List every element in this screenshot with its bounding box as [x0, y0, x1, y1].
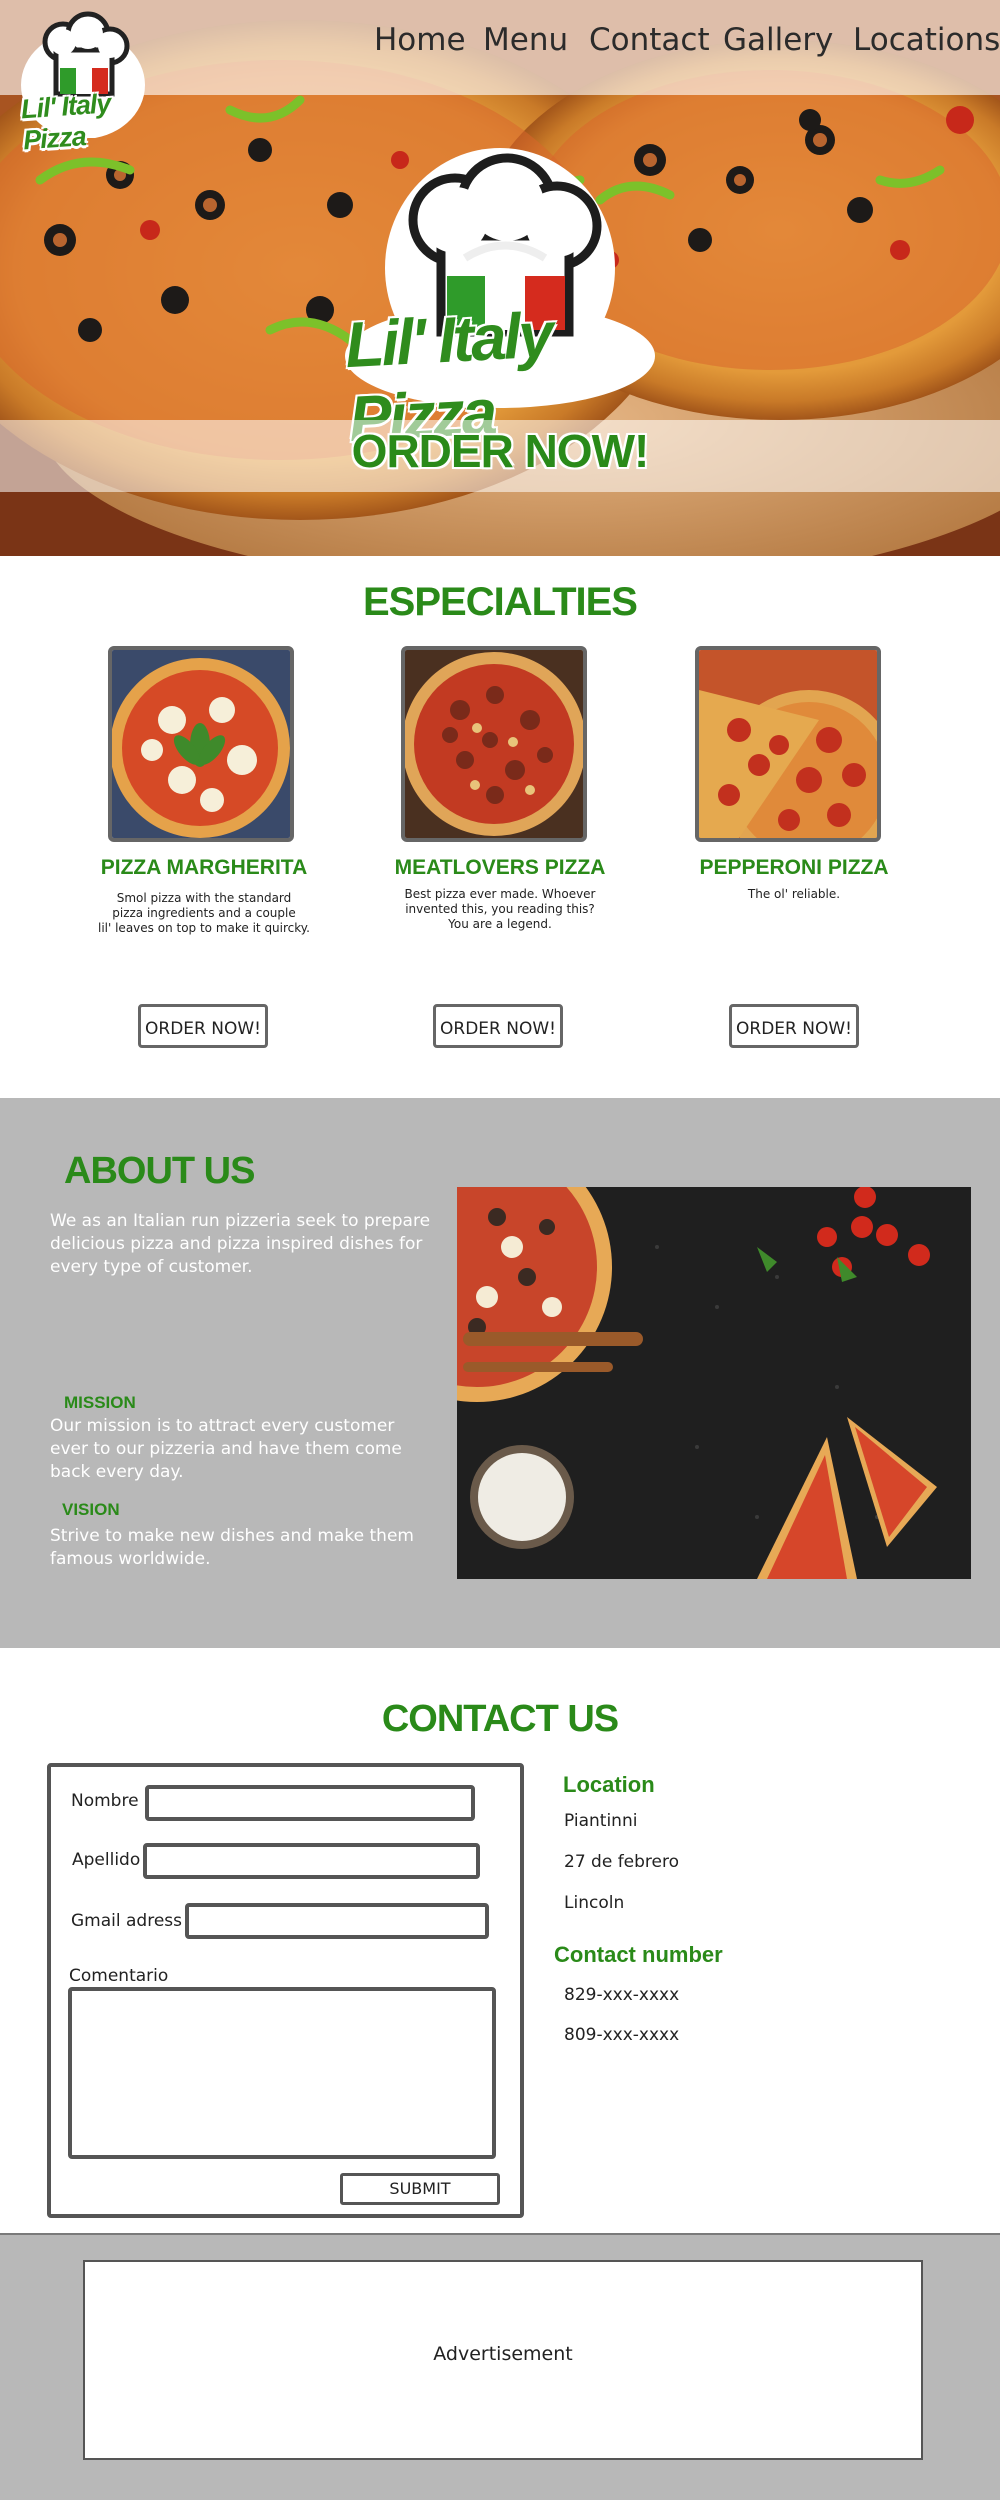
meatlovers-order-button[interactable]: ORDER NOW!	[433, 1004, 563, 1048]
vision-title: VISION	[62, 1500, 120, 1519]
comment-label: Comentario	[69, 1966, 169, 1986]
about-intro-line: delicious pizza and pizza inspired dishe…	[50, 1234, 423, 1254]
nav-contact[interactable]: Contact	[589, 22, 710, 58]
mission-line: back every day.	[50, 1462, 184, 1482]
nav-menu[interactable]: Menu	[483, 22, 568, 58]
mission-line: ever to our pizzeria and have them come	[50, 1439, 402, 1459]
about-photo	[457, 1187, 971, 1579]
surname-input[interactable]	[143, 1843, 480, 1879]
margherita-description: Smol pizza with the standard pizza ingre…	[74, 891, 334, 936]
contact-title: CONTACT US	[381, 1698, 619, 1740]
phone-title: Contact number	[554, 1942, 723, 1967]
hero-banner: Lil' Italy Pizza Home Menu Contact Galle…	[0, 0, 1000, 556]
advertisement-label: Advertisement	[433, 2343, 573, 2365]
meatlovers-desc-line: Best pizza ever made. Whoever	[404, 887, 596, 901]
pepperoni-order-button[interactable]: ORDER NOW!	[729, 1004, 859, 1048]
mission-text: Our mission is to attract every customer…	[50, 1415, 450, 1484]
logo-small-text: Lil' Italy Pizza	[19, 88, 112, 156]
meatlovers-desc-line: invented this, you reading this?	[405, 902, 595, 916]
phone-item: 829-xxx-xxxx	[564, 1985, 680, 2005]
surname-label: Apellido	[72, 1850, 141, 1870]
mission-title: MISSION	[64, 1393, 136, 1412]
vision-text: Strive to make new dishes and make them …	[50, 1525, 470, 1571]
nav-locations[interactable]: Locations	[853, 22, 1000, 58]
name-input[interactable]	[145, 1785, 475, 1821]
comment-textarea[interactable]	[68, 1987, 496, 2159]
location-item: Lincoln	[564, 1893, 625, 1913]
logo-large: Lil' Italy Pizza	[343, 148, 655, 455]
vision-line: Strive to make new dishes and make them	[50, 1526, 414, 1546]
name-label: Nombre	[71, 1791, 139, 1811]
logo-small[interactable]: Lil' Italy Pizza	[18, 10, 148, 155]
margherita-desc-line: Smol pizza with the standard	[116, 891, 292, 905]
nav-home[interactable]: Home	[374, 22, 466, 58]
specialties-title: ESPECIALTIES	[363, 580, 638, 624]
meatlovers-description: Best pizza ever made. Whoever invented t…	[370, 887, 630, 932]
vision-line: famous worldwide.	[50, 1549, 211, 1569]
margherita-order-button[interactable]: ORDER NOW!	[138, 1004, 268, 1048]
about-title: ABOUT US	[64, 1150, 255, 1192]
pepperoni-description: The ol' reliable.	[664, 887, 924, 902]
email-input[interactable]	[185, 1903, 489, 1939]
email-label: Gmail adress	[71, 1911, 182, 1931]
margherita-desc-line: pizza ingredients and a couple	[112, 906, 296, 920]
mission-line: Our mission is to attract every customer	[50, 1416, 395, 1436]
location-title: Location	[563, 1772, 655, 1797]
about-intro: We as an Italian run pizzeria seek to pr…	[50, 1210, 450, 1279]
pepperoni-photo	[695, 646, 881, 842]
pepperoni-name: PEPPERONI PIZZA	[699, 856, 889, 879]
pepperoni-desc-line: The ol' reliable.	[747, 887, 841, 901]
phone-item: 809-xxx-xxxx	[564, 2025, 680, 2045]
location-item: Piantinni	[564, 1811, 638, 1831]
margherita-name: PIZZA MARGHERITA	[100, 856, 308, 879]
margherita-desc-line: lil' leaves on top to make it quircky.	[97, 921, 310, 935]
margherita-photo	[108, 646, 294, 842]
about-intro-line: We as an Italian run pizzeria seek to pr…	[50, 1211, 431, 1231]
nav-gallery[interactable]: Gallery	[723, 22, 833, 58]
meatlovers-photo	[401, 646, 587, 842]
meatlovers-desc-line: You are a legend.	[448, 917, 552, 931]
hero-order-now-button[interactable]: ORDER NOW!	[0, 424, 1000, 478]
submit-button[interactable]: SUBMIT	[340, 2173, 500, 2205]
location-item: 27 de febrero	[564, 1852, 680, 1872]
about-intro-line: every type of customer.	[50, 1257, 253, 1277]
meatlovers-name: MEATLOVERS PIZZA	[394, 856, 606, 879]
